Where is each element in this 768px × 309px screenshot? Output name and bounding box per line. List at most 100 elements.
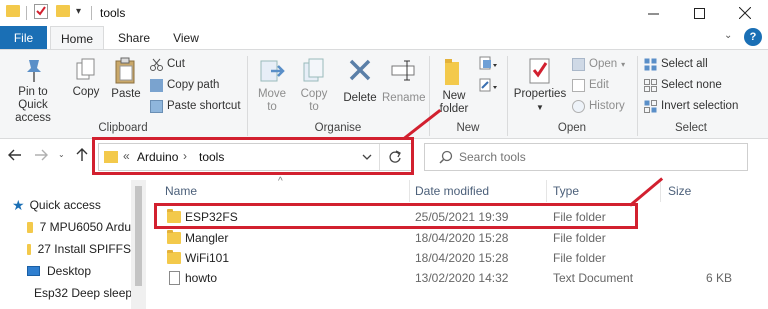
row-highlight-box xyxy=(154,203,638,229)
chevron-down-icon: ▼ xyxy=(536,103,544,112)
forward-button[interactable] xyxy=(34,148,48,166)
annotation-line xyxy=(629,177,664,207)
properties-button[interactable]: Properties ▼ xyxy=(512,57,568,114)
invert-selection-label: Invert selection xyxy=(661,100,739,112)
table-row[interactable]: howto 13/02/2020 14:32 Text Document 6 K… xyxy=(150,268,768,288)
copy-path-label: Copy path xyxy=(167,79,220,91)
help-icon[interactable]: ? xyxy=(744,28,762,46)
rename-button[interactable]: Rename xyxy=(382,57,426,105)
column-header-name[interactable]: Name xyxy=(165,180,197,202)
cut-button[interactable]: Cut xyxy=(150,55,185,73)
back-button[interactable] xyxy=(8,148,22,166)
paste-button[interactable]: Paste xyxy=(106,57,146,101)
nav-scrollbar[interactable] xyxy=(131,180,146,309)
folder-icon xyxy=(6,5,20,17)
pin-icon xyxy=(27,60,41,82)
column-header-type[interactable]: Type xyxy=(553,180,579,202)
title-bar: ▾ tools xyxy=(0,0,768,26)
recent-locations-icon[interactable]: ⌄ xyxy=(58,150,65,159)
copy-to-label: Copy to xyxy=(300,88,328,113)
nav-item-quick-access[interactable]: ★ Quick access xyxy=(12,194,101,216)
select-none-icon xyxy=(644,78,657,92)
rename-icon xyxy=(391,60,415,81)
history-button[interactable]: History xyxy=(572,97,625,115)
close-button[interactable] xyxy=(722,0,768,26)
edit-icon xyxy=(572,78,585,92)
new-folder-icon xyxy=(445,59,459,85)
properties-quick-icon[interactable] xyxy=(34,4,48,19)
tab-view[interactable]: View xyxy=(164,26,208,50)
open-button[interactable]: Open ▾ xyxy=(572,55,625,73)
up-button[interactable] xyxy=(76,148,88,167)
cut-label: Cut xyxy=(167,58,185,70)
paste-shortcut-icon xyxy=(150,99,163,113)
organise-group-label: Organise xyxy=(314,122,362,134)
file-type: File folder xyxy=(553,251,606,265)
minimize-button[interactable] xyxy=(630,0,676,26)
file-name: WiFi101 xyxy=(185,251,230,265)
nav-item-label: 7 MPU6050 Ardu xyxy=(39,220,131,234)
star-icon: ★ xyxy=(12,196,25,213)
chevron-down-icon[interactable]: ⌄ xyxy=(724,30,732,41)
divider xyxy=(660,180,661,202)
delete-icon xyxy=(349,59,371,81)
move-to-button[interactable]: Move to xyxy=(254,57,290,114)
search-input[interactable] xyxy=(459,148,739,166)
paste-shortcut-label: Paste shortcut xyxy=(167,100,241,112)
rename-label: Rename xyxy=(382,92,426,104)
invert-selection-button[interactable]: Invert selection xyxy=(644,97,738,115)
delete-label: Delete xyxy=(343,92,377,104)
tab-home[interactable]: Home xyxy=(50,26,104,50)
move-to-icon xyxy=(260,60,285,82)
open-icon xyxy=(572,57,585,71)
sort-indicator-icon: ^ xyxy=(278,176,283,187)
select-none-button[interactable]: Select none xyxy=(644,76,722,94)
paste-shortcut-button[interactable]: Paste shortcut xyxy=(150,97,241,115)
divider xyxy=(409,180,410,202)
nav-item-desktop[interactable]: Desktop xyxy=(27,260,131,282)
properties-label: Properties xyxy=(513,88,567,100)
navigation-pane: ★ Quick access 7 MPU6050 Ardu 27 Install… xyxy=(0,180,146,309)
new-folder-quick-icon[interactable] xyxy=(56,5,70,17)
maximize-button[interactable] xyxy=(676,0,722,26)
copy-button[interactable]: Copy xyxy=(68,57,104,99)
delete-button[interactable]: Delete xyxy=(340,57,380,105)
paste-label: Paste xyxy=(111,88,141,100)
select-all-icon xyxy=(644,58,657,71)
nav-item-7-mpu6050[interactable]: 7 MPU6050 Ardu xyxy=(27,216,131,238)
clipboard-group-label: Clipboard xyxy=(98,122,148,134)
customize-quick-access-icon[interactable]: ▾ xyxy=(76,6,81,17)
pin-to-quick-access-button[interactable]: Pin to Quick access xyxy=(4,57,62,125)
new-item-button[interactable] xyxy=(478,56,498,72)
nav-item-label: 27 Install SPIFFS xyxy=(37,242,131,256)
file-type: Text Document xyxy=(553,271,634,285)
file-name: howto xyxy=(185,271,218,285)
nav-item-install-spiffs[interactable]: 27 Install SPIFFS xyxy=(27,238,131,260)
scissors-icon xyxy=(150,58,163,71)
copy-path-button[interactable]: Copy path xyxy=(150,76,219,94)
nav-item-label: Desktop xyxy=(47,264,92,278)
nav-item-esp32-deep-sleep[interactable]: Esp32 Deep sleep xyxy=(27,282,131,304)
tab-file[interactable]: File xyxy=(0,26,47,50)
nav-item-label: Esp32 Deep sleep xyxy=(34,286,131,300)
edit-button[interactable]: Edit xyxy=(572,76,609,94)
up-arrow-icon xyxy=(76,148,88,161)
history-icon xyxy=(572,99,585,113)
table-row[interactable]: Mangler 18/04/2020 15:28 File folder xyxy=(150,228,768,248)
easy-access-button[interactable] xyxy=(478,78,498,94)
new-item-icon xyxy=(479,56,497,70)
new-folder-button[interactable]: New folder xyxy=(434,57,474,116)
column-header-size[interactable]: Size xyxy=(668,180,691,202)
text-document-icon xyxy=(169,271,180,285)
search-box[interactable] xyxy=(424,143,748,171)
nav-item-label: Quick access xyxy=(29,198,101,212)
table-row[interactable]: WiFi101 18/04/2020 15:28 File folder xyxy=(150,248,768,268)
select-all-button[interactable]: Select all xyxy=(644,55,708,73)
file-type: File folder xyxy=(553,231,606,245)
copy-to-button[interactable]: Copy to xyxy=(296,57,332,114)
file-size: 6 KB xyxy=(706,271,733,285)
close-icon xyxy=(739,7,751,19)
tab-share[interactable]: Share xyxy=(112,26,156,50)
column-header-date-modified[interactable]: Date modified xyxy=(415,180,489,202)
scrollbar-thumb[interactable] xyxy=(135,186,142,286)
